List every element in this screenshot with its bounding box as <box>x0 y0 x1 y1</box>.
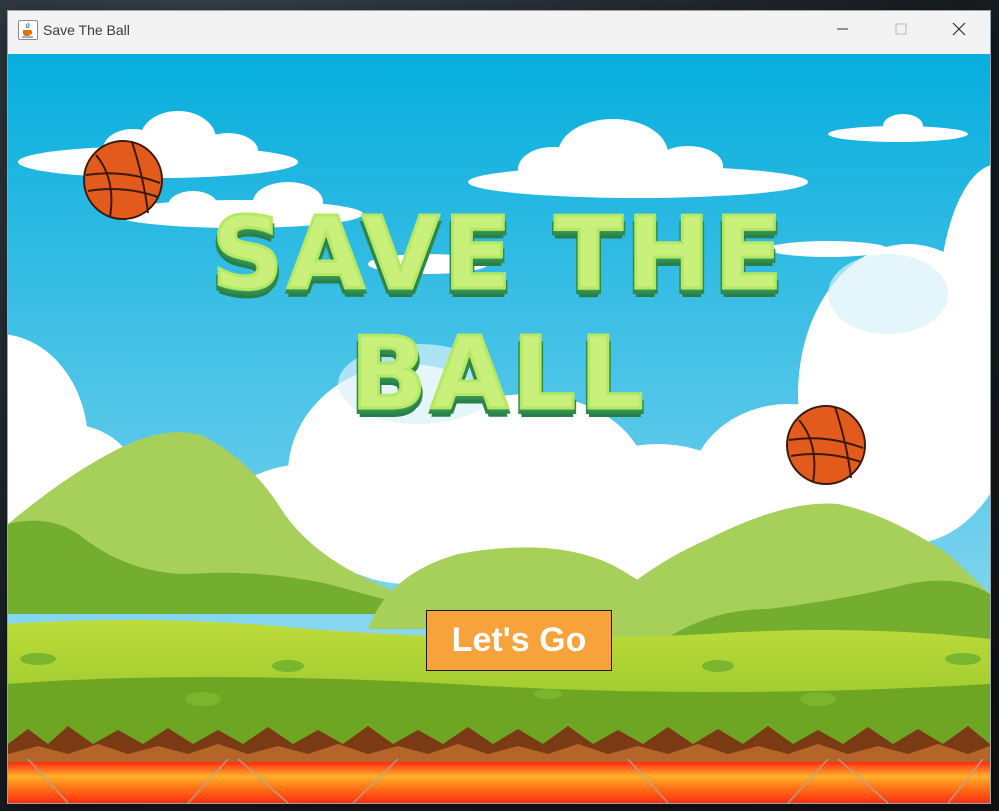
minimize-icon <box>837 28 848 30</box>
close-button[interactable] <box>930 11 988 47</box>
maximize-icon <box>895 23 907 35</box>
maximize-button[interactable] <box>872 11 930 47</box>
game-canvas[interactable]: SAVE THE BALL Let's Go <box>8 54 990 803</box>
title-bar[interactable]: Save The Ball <box>8 11 990 55</box>
basketball-icon <box>83 140 163 220</box>
lets-go-button[interactable]: Let's Go <box>426 610 612 671</box>
basketball-icon <box>786 405 866 485</box>
lava-floor <box>8 762 990 803</box>
java-cup-icon <box>18 20 38 40</box>
close-icon <box>952 22 966 36</box>
window-title: Save The Ball <box>43 22 130 38</box>
app-window: Save The Ball SAVE THE BALL Let's Go <box>7 10 991 804</box>
minimize-button[interactable] <box>814 11 872 47</box>
